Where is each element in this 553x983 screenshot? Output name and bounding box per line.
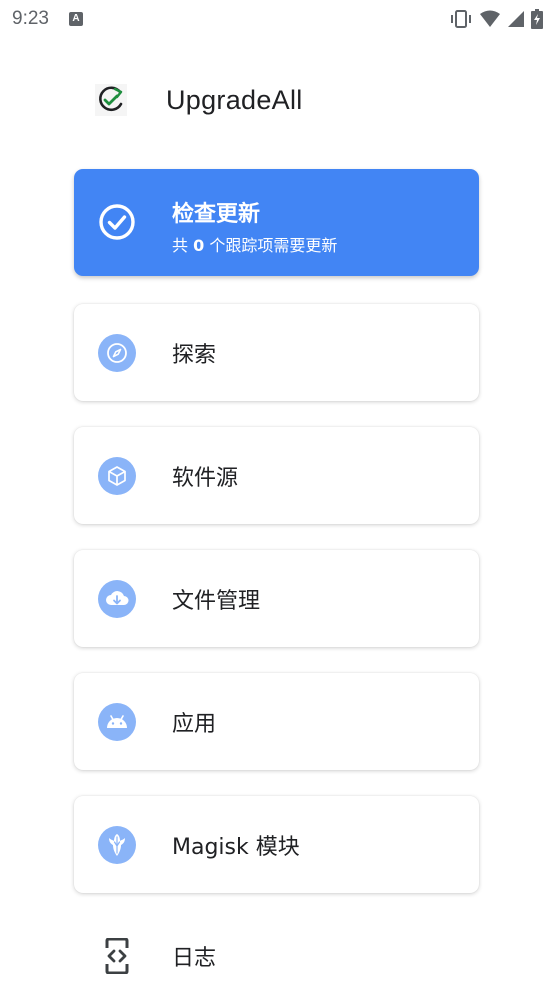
update-count: 0 bbox=[193, 236, 205, 255]
app-header: UpgradeAll bbox=[94, 80, 303, 120]
menu-item-log[interactable]: 日志 bbox=[74, 930, 479, 982]
software-source-text: 软件源 bbox=[172, 460, 238, 492]
file-management-text: 文件管理 bbox=[172, 583, 260, 615]
menu-item-label: 探索 bbox=[172, 342, 217, 368]
subtitle-suffix: 个跟踪项需要更新 bbox=[209, 236, 338, 255]
signal-icon bbox=[508, 11, 524, 27]
cloud-download-icon bbox=[98, 579, 136, 618]
compass-icon bbox=[98, 333, 136, 372]
upgrade-check-logo-icon bbox=[95, 84, 127, 116]
menu-item-file-management[interactable]: 文件管理 bbox=[74, 550, 479, 647]
battery-charging-icon bbox=[531, 9, 543, 29]
wifi-icon bbox=[480, 10, 500, 27]
menu-item-software-source[interactable]: 软件源 bbox=[74, 427, 479, 524]
check-circle-icon bbox=[98, 203, 136, 241]
check-update-label: 检查更新 bbox=[172, 202, 261, 227]
android-icon bbox=[98, 702, 136, 741]
menu-item-apps[interactable]: 应用 bbox=[74, 673, 479, 770]
app-title: UpgradeAll bbox=[166, 84, 303, 115]
menu-item-label: 文件管理 bbox=[172, 588, 261, 614]
apps-text: 应用 bbox=[172, 706, 216, 738]
menu-item-label: 软件源 bbox=[172, 465, 239, 491]
status-time: 9:23 bbox=[12, 8, 49, 29]
vibrate-icon bbox=[451, 10, 471, 28]
menu-item-magisk-module[interactable]: Magisk 模块 bbox=[74, 796, 479, 893]
menu-item-explore[interactable]: 探索 bbox=[74, 304, 479, 401]
menu-item-label: Magisk 模块 bbox=[172, 834, 300, 860]
log-label: 日志 bbox=[172, 946, 217, 971]
code-log-icon bbox=[105, 938, 129, 974]
subtitle-prefix: 共 bbox=[172, 236, 189, 255]
check-update-text: 检查更新 共 0 个跟踪项需要更新 bbox=[172, 196, 337, 256]
notification-a-icon: A bbox=[68, 12, 83, 26]
check-update-subtitle: 共 0 个跟踪项需要更新 bbox=[172, 232, 337, 256]
status-left: 9:23 A bbox=[12, 8, 83, 30]
status-right bbox=[449, 9, 543, 29]
cube-icon bbox=[98, 456, 136, 495]
explore-text: 探索 bbox=[172, 337, 216, 369]
menu-item-label: 应用 bbox=[172, 711, 217, 737]
magisk-icon bbox=[98, 825, 136, 864]
magisk-module-text: Magisk 模块 bbox=[172, 829, 300, 861]
status-bar: 9:23 A bbox=[0, 0, 553, 38]
check-update-card[interactable]: 检查更新 共 0 个跟踪项需要更新 bbox=[74, 169, 479, 276]
